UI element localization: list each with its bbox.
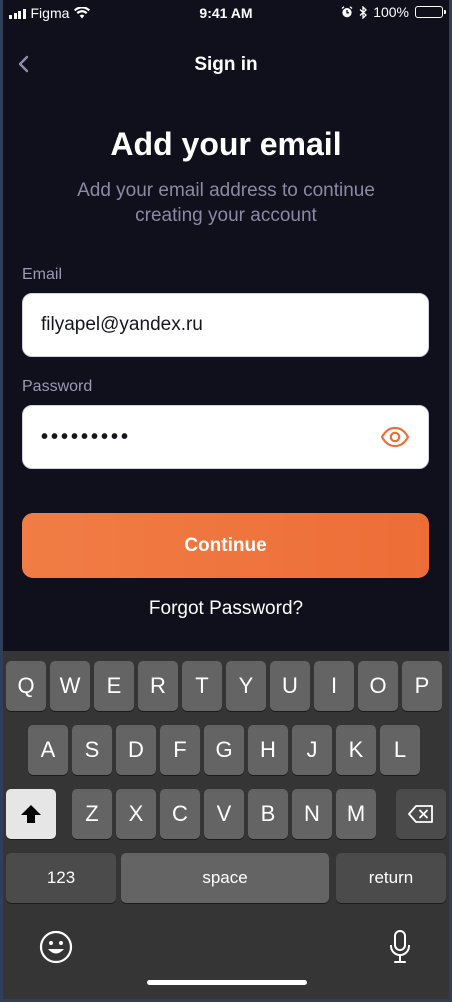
page-title: Add your email [110, 126, 342, 162]
password-value: ••••••••• [41, 425, 132, 448]
return-key[interactable]: return [336, 853, 446, 903]
password-label: Password [22, 378, 93, 395]
key-i[interactable]: I [314, 661, 354, 711]
key-f[interactable]: F [160, 725, 200, 775]
backspace-icon [408, 805, 433, 823]
key-v[interactable]: V [204, 789, 244, 839]
shift-key[interactable] [6, 789, 56, 839]
page-subtitle: Add your email address to continue creat… [77, 180, 375, 226]
alarm-icon [341, 6, 353, 18]
nav-bar: Sign in [3, 44, 449, 84]
email-label: Email [22, 266, 63, 283]
forgot-password-link[interactable]: Forgot Password? [3, 598, 449, 620]
battery-percent: 100% [373, 4, 409, 20]
home-indicator [147, 980, 307, 985]
phone-screen: Figma 9:41 AM 100% Sign in Add your emai… [3, 0, 449, 999]
key-m[interactable]: M [336, 789, 376, 839]
key-z[interactable]: Z [72, 789, 112, 839]
key-s[interactable]: S [72, 725, 112, 775]
email-value: filyapel@yandex.ru [41, 314, 203, 335]
key-y[interactable]: Y [226, 661, 266, 711]
key-o[interactable]: O [358, 661, 398, 711]
key-d[interactable]: D [116, 725, 156, 775]
continue-button[interactable]: Continue [22, 513, 429, 578]
password-field[interactable]: ••••••••• [22, 405, 429, 469]
eye-icon[interactable] [380, 426, 410, 448]
key-w[interactable]: W [50, 661, 90, 711]
key-t[interactable]: T [182, 661, 222, 711]
key-j[interactable]: J [292, 725, 332, 775]
key-h[interactable]: H [248, 725, 288, 775]
key-c[interactable]: C [160, 789, 200, 839]
backspace-key[interactable] [396, 789, 446, 839]
bluetooth-icon [359, 5, 368, 19]
key-e[interactable]: E [94, 661, 134, 711]
key-k[interactable]: K [336, 725, 376, 775]
key-q[interactable]: Q [6, 661, 46, 711]
key-n[interactable]: N [292, 789, 332, 839]
key-b[interactable]: B [248, 789, 288, 839]
key-r[interactable]: R [138, 661, 178, 711]
key-u[interactable]: U [270, 661, 310, 711]
microphone-icon[interactable] [389, 930, 411, 964]
key-a[interactable]: A [28, 725, 68, 775]
email-field[interactable]: filyapel@yandex.ru [22, 293, 429, 357]
key-l[interactable]: L [380, 725, 420, 775]
key-p[interactable]: P [402, 661, 442, 711]
nav-title: Sign in [194, 54, 258, 75]
status-right: 100% [341, 4, 446, 20]
shift-icon [21, 805, 41, 823]
emoji-icon[interactable] [39, 930, 73, 964]
key-x[interactable]: X [116, 789, 156, 839]
numbers-key[interactable]: 123 [6, 853, 116, 903]
battery-icon [415, 6, 446, 18]
space-key[interactable]: space [121, 853, 329, 903]
key-g[interactable]: G [204, 725, 244, 775]
status-bar: Figma 9:41 AM 100% [3, 0, 449, 26]
